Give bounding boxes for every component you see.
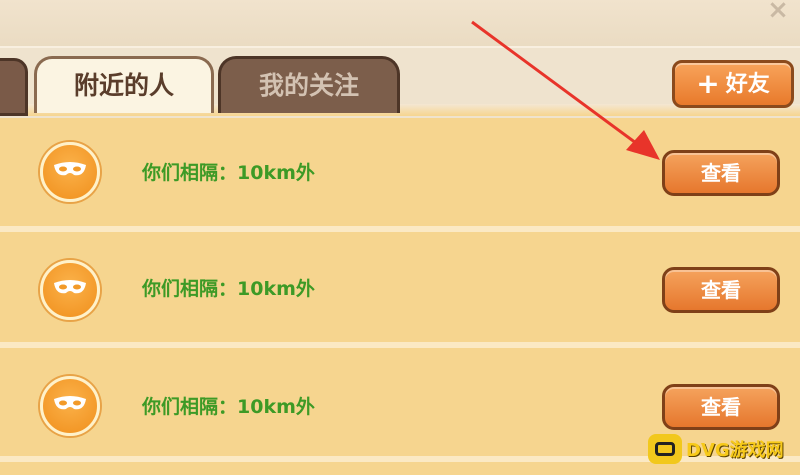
gamepad-icon bbox=[648, 434, 682, 464]
site-watermark: DVG游戏网 bbox=[648, 430, 798, 470]
watermark-text: DVG游戏网 bbox=[686, 440, 784, 461]
red-arrow-annotation bbox=[471, 20, 660, 160]
